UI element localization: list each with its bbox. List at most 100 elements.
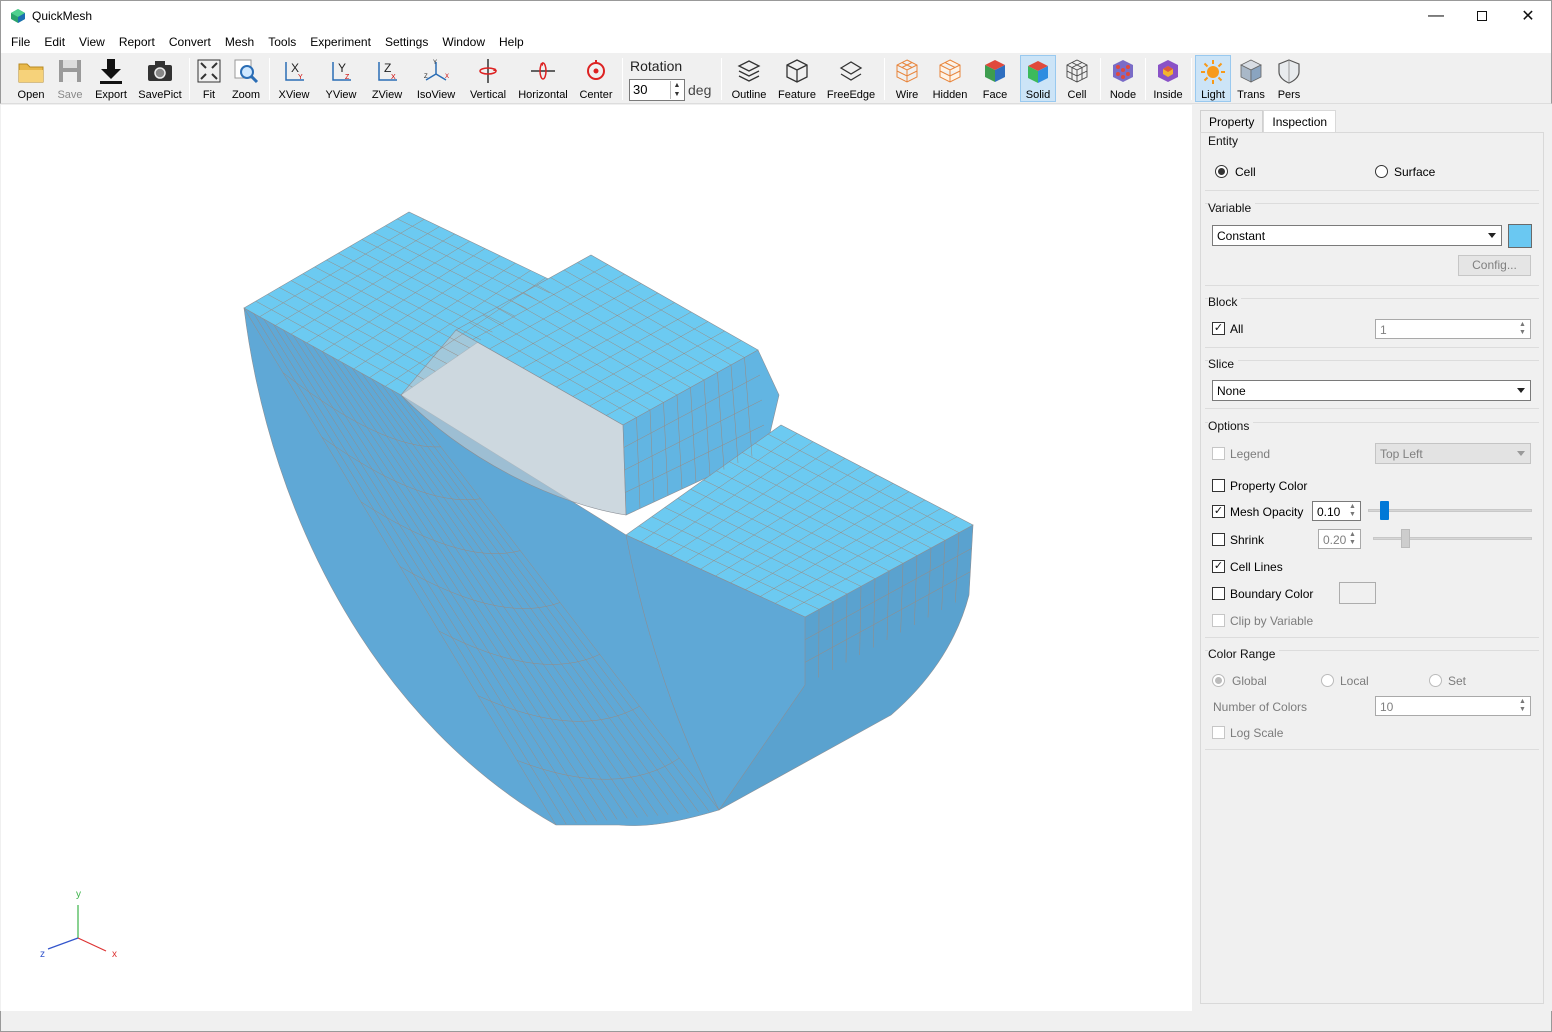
maximize-button[interactable] [1459,1,1505,31]
mesh-opacity-checkbox[interactable]: ✓ [1212,505,1225,518]
fit-button[interactable]: Fit [194,55,224,102]
color-range-group-title: Color Range [1208,647,1280,661]
feature-button[interactable]: Feature [775,55,819,102]
mesh-opacity-slider-track[interactable] [1368,509,1532,512]
pers-button[interactable]: Pers [1273,55,1305,102]
color-range-set-radio[interactable] [1429,674,1442,687]
sun-light-icon [1201,59,1225,84]
axis-triad: y x z [40,889,117,960]
hidden-button[interactable]: Hidden [930,55,970,102]
mesh-opacity-input[interactable]: 0.10 ▲ ▼ [1312,501,1361,521]
legend-position-select[interactable]: Top Left [1375,443,1531,464]
menu-tools[interactable]: Tools [261,32,303,52]
cell-lines-label: Cell Lines [1230,560,1283,574]
wire-button[interactable]: Wire [890,55,924,102]
export-button[interactable]: Export [91,55,131,102]
rotation-angle-input[interactable]: 30 ▲ ▼ [629,79,685,101]
isoview-button[interactable]: YZX IsoView [414,55,458,102]
shrink-slider-thumb[interactable] [1400,529,1410,548]
mesh-model[interactable] [1,105,1192,1011]
mesh-opacity-spinner[interactable]: ▲ ▼ [1347,503,1358,519]
menu-help[interactable]: Help [492,32,531,52]
horizontal-rotate-button[interactable]: Horizontal [516,55,570,102]
variable-select[interactable]: Constant [1212,225,1502,246]
z-axis-view-icon: ZX [378,61,397,81]
entity-surface-radio[interactable] [1375,165,1388,178]
inside-button[interactable]: Inside [1150,55,1186,102]
save-button[interactable]: Save [52,55,88,102]
yview-button[interactable]: YZ YView [322,55,360,102]
shrink-slider-track[interactable] [1373,537,1532,540]
cell-lines-checkbox[interactable]: ✓ [1212,560,1225,573]
slice-select[interactable]: None [1212,380,1531,401]
shrink-checkbox[interactable] [1212,533,1225,546]
shrink-input[interactable]: 0.20 ▲ ▼ [1318,529,1361,549]
zview-button[interactable]: ZX ZView [368,55,406,102]
number-of-colors-spinner[interactable]: ▲ ▼ [1517,698,1528,714]
menu-settings[interactable]: Settings [378,32,435,52]
menu-window[interactable]: Window [435,32,492,52]
download-arrow-icon [100,59,122,84]
boundary-color-checkbox[interactable] [1212,587,1225,600]
entity-surface-label: Surface [1394,165,1436,179]
menu-view[interactable]: View [72,32,112,52]
shrink-label: Shrink [1230,533,1265,547]
close-button[interactable]: ✕ [1505,1,1551,31]
menu-file[interactable]: File [4,32,37,52]
boundary-color-button[interactable] [1339,582,1376,604]
inspection-panel: Property Inspection Entity Cell Surface … [1200,110,1544,1004]
camera-icon [148,61,172,81]
variable-select-value: Constant [1217,229,1266,243]
x-axis-view-icon: XY [285,61,304,81]
entity-cell-radio[interactable] [1215,165,1228,178]
log-scale-checkbox[interactable] [1212,726,1225,739]
chevron-down-icon [1488,233,1496,238]
config-button[interactable]: Config... [1458,255,1531,276]
xview-button[interactable]: XY XView [275,55,313,102]
outline-button[interactable]: Outline [729,55,769,102]
menu-experiment[interactable]: Experiment [303,32,378,52]
block-number-input[interactable]: 1 ▲ ▼ [1375,319,1531,339]
app-logo-icon [11,9,25,23]
tab-property[interactable]: Property [1200,110,1264,132]
menu-convert[interactable]: Convert [162,32,218,52]
axis-y-label: y [76,889,81,900]
trans-button[interactable]: Trans [1234,55,1268,102]
block-all-checkbox[interactable]: ✓ [1212,322,1225,335]
vertical-rotate-button[interactable]: Vertical [468,55,508,102]
rotation-unit: deg [688,82,712,98]
center-button[interactable]: Center [577,55,615,102]
number-of-colors-label: Number of Colors [1213,700,1308,714]
tab-inspection[interactable]: Inspection [1263,110,1337,132]
floppy-disk-icon [59,60,81,82]
property-color-checkbox[interactable] [1212,479,1225,492]
face-button[interactable]: Face [976,55,1014,102]
node-button[interactable]: Node [1106,55,1140,102]
color-range-local-radio[interactable] [1321,674,1334,687]
3d-viewport[interactable]: y x z [1,105,1192,1011]
cell-button[interactable]: Cell [1060,55,1094,102]
savepict-button[interactable]: SavePict [137,55,183,102]
solid-button[interactable]: Solid [1020,55,1056,102]
menu-report[interactable]: Report [112,32,162,52]
zoom-button[interactable]: Zoom [229,55,263,102]
block-spinner[interactable]: ▲ ▼ [1517,321,1528,337]
clip-by-variable-checkbox[interactable] [1212,614,1225,627]
mesh-opacity-slider-thumb[interactable] [1380,501,1390,520]
light-button[interactable]: Light [1195,55,1231,102]
slice-select-value: None [1217,384,1246,398]
isometric-view-icon: Y Z X [424,60,449,81]
open-button[interactable]: Open [12,55,50,102]
menu-mesh[interactable]: Mesh [218,32,261,52]
folder-icon [18,63,44,83]
number-of-colors-input[interactable]: 10 ▲ ▼ [1375,696,1531,716]
menu-bar: File Edit View Report Convert Mesh Tools… [0,31,1552,53]
menu-edit[interactable]: Edit [37,32,72,52]
color-range-global-radio[interactable] [1212,674,1225,687]
legend-checkbox[interactable] [1212,447,1225,460]
freeedge-button[interactable]: FreeEdge [825,55,877,102]
rotation-spinner[interactable]: ▲ ▼ [670,81,683,99]
variable-color-swatch[interactable] [1508,224,1532,248]
shrink-spinner[interactable]: ▲ ▼ [1347,531,1358,547]
minimize-button[interactable]: — [1413,1,1459,31]
